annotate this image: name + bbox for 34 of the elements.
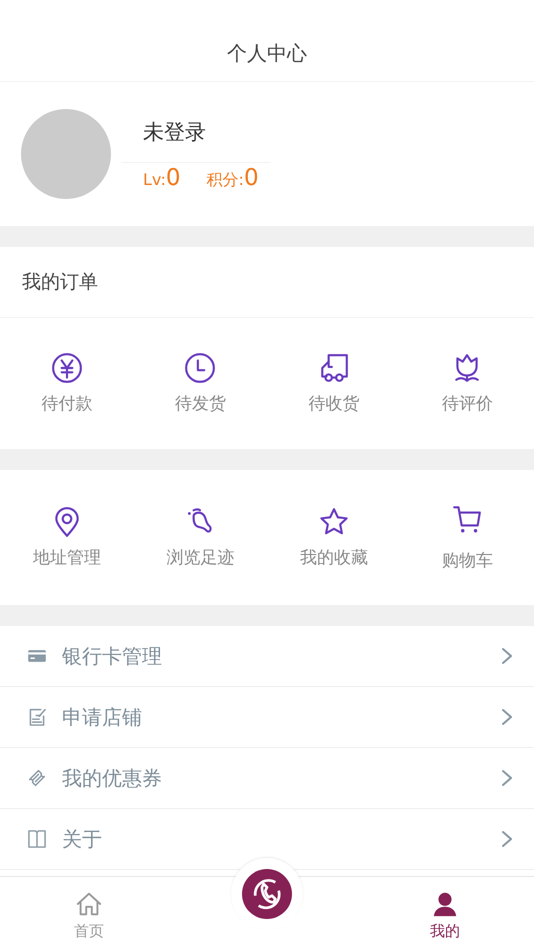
chevron-right-icon bbox=[502, 769, 512, 787]
shortcut-button[interactable]: 地址管理 bbox=[0, 506, 134, 569]
ticket-icon bbox=[26, 767, 48, 789]
shortcut-button[interactable]: 我的收藏 bbox=[267, 506, 400, 569]
order-status-button[interactable]: 待评价 bbox=[400, 352, 534, 415]
tab[interactable]: 我的 bbox=[356, 877, 534, 949]
menu-row[interactable]: 我的优惠券 bbox=[0, 748, 534, 809]
home-icon bbox=[75, 890, 103, 918]
order-status-button[interactable]: 待付款 bbox=[0, 352, 134, 415]
shortcut-button[interactable]: 浏览足迹 bbox=[134, 506, 267, 569]
person-icon bbox=[431, 890, 459, 918]
menu-row[interactable]: 银行卡管理 bbox=[0, 626, 534, 687]
page-title: 个人中心 bbox=[227, 40, 307, 67]
shortcut-button[interactable]: 购物车 bbox=[400, 503, 534, 572]
tab[interactable]: 首页 bbox=[0, 877, 178, 949]
points-stat: 积分:0 bbox=[206, 164, 259, 190]
yen-icon bbox=[50, 352, 83, 384]
cart-icon bbox=[451, 503, 484, 535]
menu-label: 关于 bbox=[62, 826, 103, 852]
user-name[interactable]: 未登录 bbox=[121, 118, 271, 162]
chevron-right-icon bbox=[502, 647, 512, 665]
phone-icon bbox=[242, 869, 292, 919]
menu-label: 申请店铺 bbox=[62, 704, 143, 730]
order-status-button[interactable]: 待发货 bbox=[134, 352, 267, 415]
menu-label: 我的优惠券 bbox=[62, 764, 163, 792]
order-status-button[interactable]: 待收货 bbox=[267, 352, 400, 415]
chevron-right-icon bbox=[502, 708, 512, 726]
book-icon bbox=[26, 828, 48, 850]
clock-icon bbox=[184, 352, 216, 384]
level-stat: Lv:0 bbox=[143, 164, 181, 190]
menu-label: 银行卡管理 bbox=[62, 642, 163, 670]
section-title: 我的订单 bbox=[22, 270, 98, 295]
chevron-right-icon bbox=[502, 830, 512, 848]
menu-row[interactable]: 申请店铺 bbox=[0, 687, 534, 748]
